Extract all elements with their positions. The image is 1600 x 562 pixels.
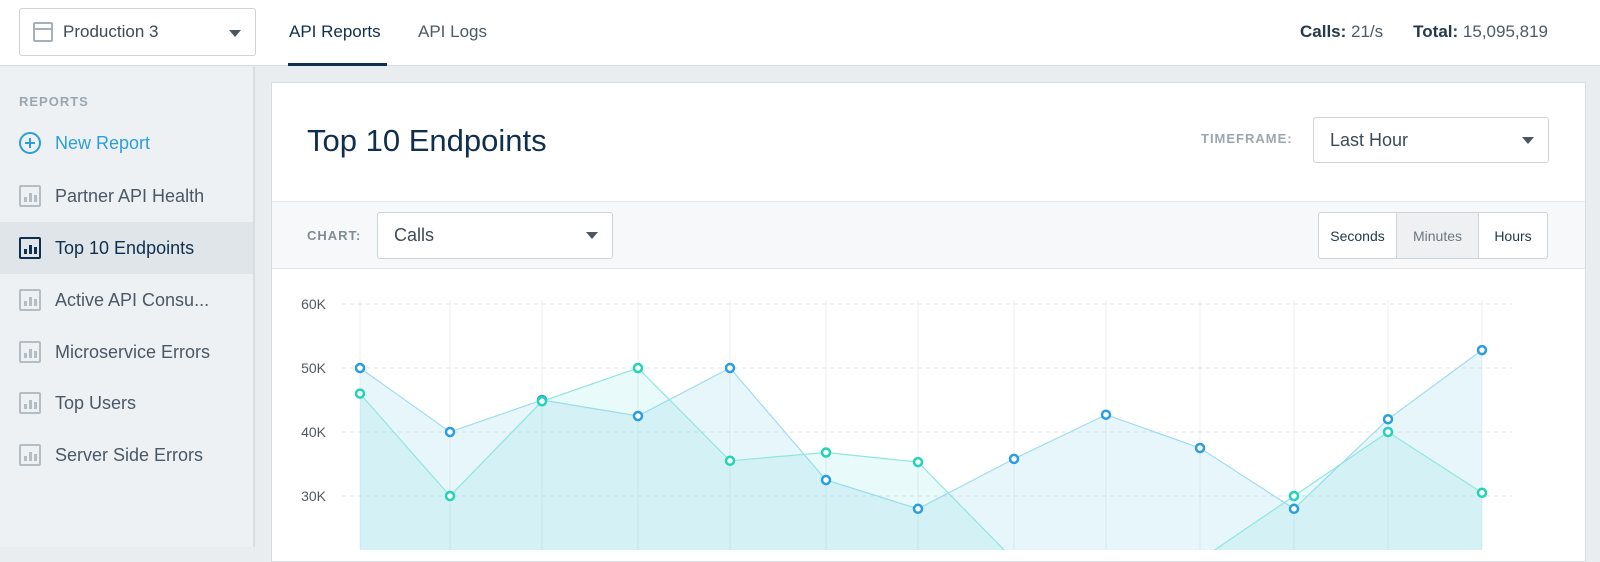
- tab-api-logs[interactable]: API Logs: [418, 22, 487, 42]
- series-1-point: [912, 503, 924, 515]
- series-1-point: [632, 410, 644, 422]
- chart-toolbar: CHART: Calls Seconds Minutes Hours: [272, 201, 1585, 269]
- sidebar-item-active-api-consumers[interactable]: Active API Consu...: [0, 274, 253, 326]
- tab-api-reports[interactable]: API Reports: [289, 22, 381, 42]
- chevron-down-icon: [586, 232, 598, 239]
- sidebar-item-label: Partner API Health: [55, 185, 205, 206]
- chart-metric-value: Calls: [394, 225, 435, 245]
- series-1-point: [354, 362, 366, 374]
- chart-metric-select[interactable]: Calls: [377, 212, 613, 259]
- total-stat: Total: 15,095,819: [1413, 22, 1548, 42]
- chart-label: CHART:: [307, 228, 362, 243]
- chevron-down-icon: [229, 30, 241, 37]
- series-1-point: [1194, 442, 1206, 454]
- chevron-down-icon: [1522, 137, 1534, 144]
- environment-select[interactable]: Production 3: [19, 8, 256, 56]
- timeframe-select-value: Last Hour: [1330, 129, 1409, 150]
- bar-chart-icon: [19, 185, 41, 207]
- bar-chart-icon: [19, 289, 41, 311]
- y-tick-label: 40K: [301, 424, 327, 440]
- series-1-point: [724, 362, 736, 374]
- sidebar-heading: REPORTS: [19, 94, 89, 109]
- series-1-point: [1100, 409, 1112, 420]
- timeframe-select[interactable]: Last Hour: [1313, 117, 1549, 163]
- new-report-button[interactable]: New Report: [0, 117, 253, 169]
- series-1-point: [1288, 503, 1300, 515]
- active-tab-indicator: [288, 63, 387, 66]
- calls-label: Calls:: [1299, 22, 1347, 41]
- series-2-point: [1382, 426, 1394, 438]
- total-value: 15,095,819: [1462, 22, 1548, 41]
- series-2-point: [536, 396, 548, 407]
- series-1-point: [1008, 453, 1020, 465]
- series-2-point: [724, 455, 736, 467]
- granularity-seconds-button[interactable]: Seconds: [1319, 213, 1397, 258]
- series-2-point: [444, 490, 456, 502]
- sidebar-item-label: Top Users: [55, 392, 137, 413]
- sidebar-item-top-10-endpoints[interactable]: Top 10 Endpoints: [0, 222, 253, 274]
- sidebar-item-server-side-errors[interactable]: Server Side Errors: [0, 429, 253, 481]
- bar-chart-icon: [19, 341, 41, 363]
- top-bar: Production 3 API Reports API Logs Calls:…: [0, 0, 1600, 66]
- sidebar-item-label: Server Side Errors: [55, 444, 204, 465]
- new-report-label: New Report: [55, 132, 151, 153]
- window-icon: [33, 22, 53, 42]
- series-2-point: [912, 456, 924, 468]
- sidebar-item-label: Top 10 Endpoints: [55, 237, 195, 258]
- y-tick-label: 60K: [301, 296, 327, 312]
- granularity-hours-button[interactable]: Hours: [1479, 213, 1547, 258]
- reports-sidebar: REPORTS New Report Partner API Health To…: [0, 67, 255, 547]
- report-panel: Top 10 Endpoints TIMEFRAME: Last Hour CH…: [271, 82, 1586, 562]
- timeframe-label: TIMEFRAME:: [1201, 131, 1293, 146]
- sidebar-item-label: Microservice Errors: [55, 341, 211, 362]
- series-2-point: [820, 447, 832, 458]
- series-1-point: [1382, 413, 1394, 425]
- series-1-point: [820, 474, 832, 486]
- bar-chart-icon: [19, 237, 41, 259]
- series-1-point: [1476, 344, 1488, 356]
- series-2-point: [632, 362, 644, 374]
- sidebar-item-label: Active API Consu...: [55, 289, 210, 310]
- sidebar-item-partner-api-health[interactable]: Partner API Health: [0, 170, 253, 222]
- calls-stat: Calls: 21/s: [1300, 22, 1383, 42]
- environment-select-value: Production 3: [63, 22, 159, 41]
- report-title: Top 10 Endpoints: [307, 123, 547, 158]
- bar-chart-icon: [19, 392, 41, 414]
- granularity-toggle: Seconds Minutes Hours: [1318, 212, 1548, 259]
- series-2-point: [1288, 490, 1300, 502]
- calls-value: 21/s: [1351, 22, 1384, 41]
- bar-chart-icon: [19, 444, 41, 466]
- series-1-point: [444, 426, 456, 438]
- sidebar-item-microservice-errors[interactable]: Microservice Errors: [0, 326, 253, 378]
- stats-summary: Calls: 21/s Total: 15,095,819: [1300, 22, 1548, 42]
- series-2-point: [1476, 487, 1488, 499]
- granularity-minutes-button[interactable]: Minutes: [1397, 213, 1479, 258]
- plus-circle-icon: [19, 132, 41, 154]
- endpoints-area-chart: 60K 50K 40K 30K: [301, 296, 1512, 550]
- total-label: Total:: [1413, 22, 1459, 41]
- sidebar-item-top-users[interactable]: Top Users: [0, 377, 253, 429]
- y-tick-label: 50K: [301, 360, 327, 376]
- series-2-point: [354, 388, 366, 399]
- y-tick-label: 30K: [301, 488, 327, 504]
